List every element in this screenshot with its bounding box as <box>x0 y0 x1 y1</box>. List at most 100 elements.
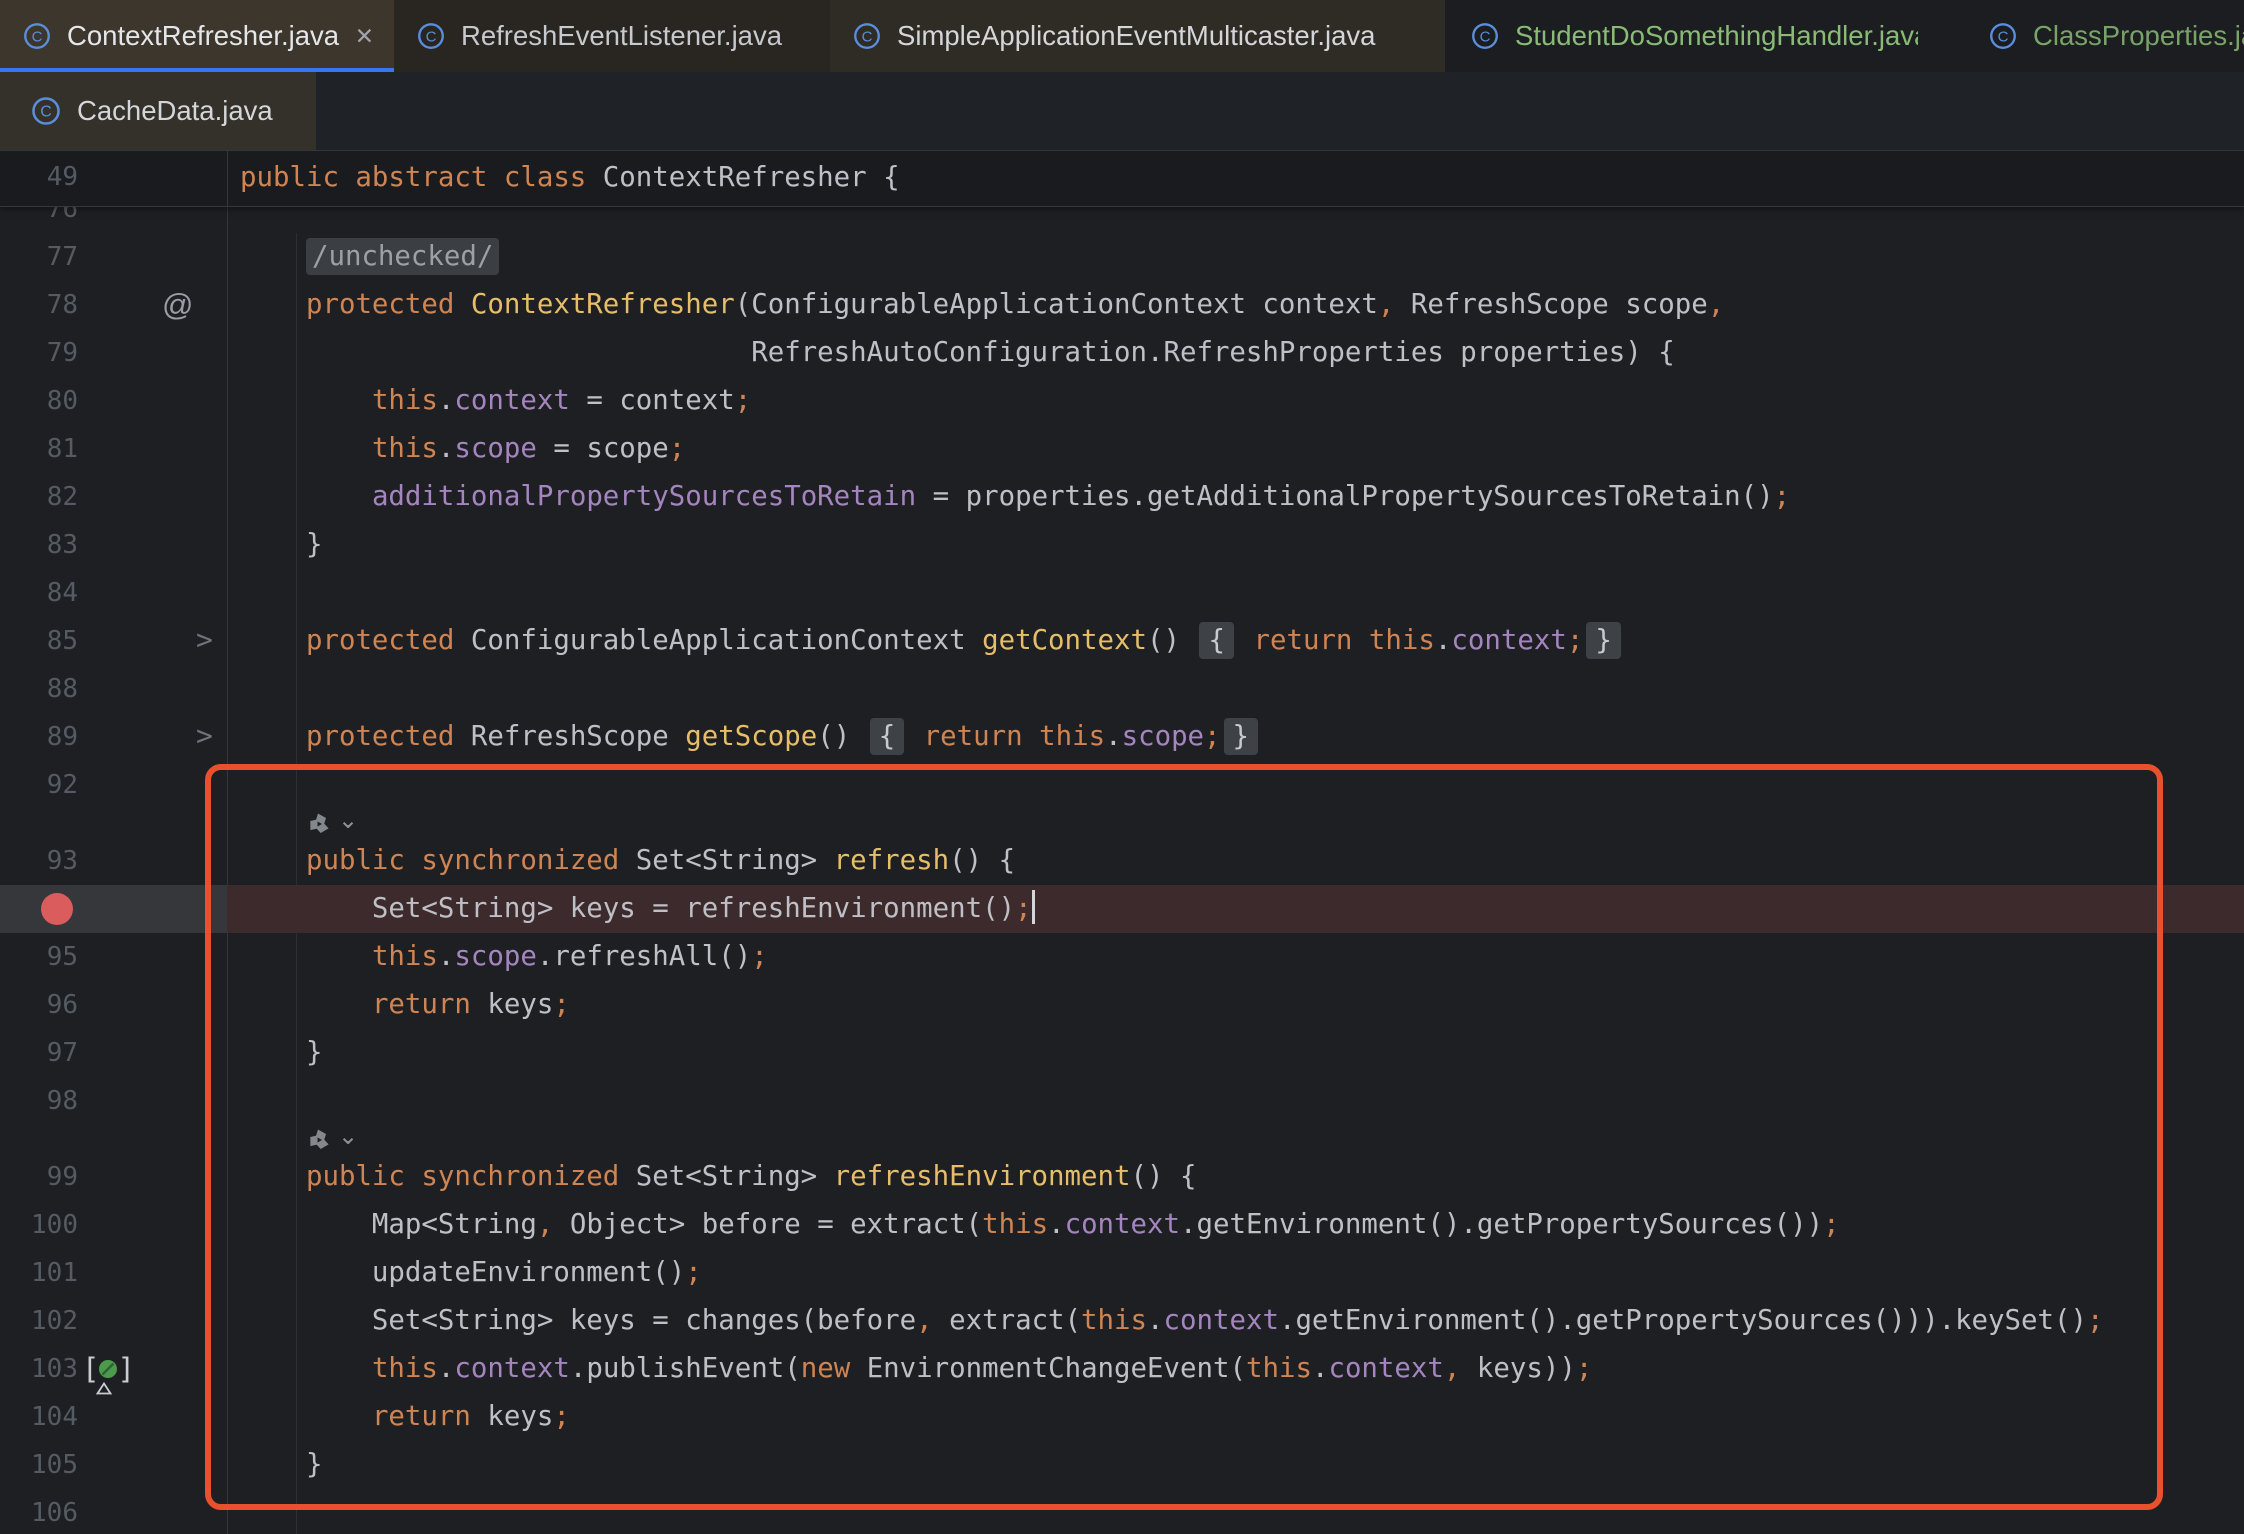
fold-arrow-icon[interactable]: > <box>196 713 213 761</box>
code-token <box>240 289 306 320</box>
line-number: 100 <box>0 1201 78 1249</box>
code-text[interactable] <box>227 1489 2244 1534</box>
code-text[interactable] <box>227 206 2244 233</box>
breakpoint-icon[interactable] <box>41 893 73 925</box>
tab-contextrefresher-java[interactable]: C ContextRefresher.java ✕ <box>0 0 394 72</box>
code-token: EnvironmentChangeEvent( <box>850 1353 1246 1384</box>
code-token <box>240 433 372 464</box>
line-number: 102 <box>0 1297 78 1345</box>
code-text[interactable] <box>227 1077 2244 1125</box>
tab-classproperties-java[interactable]: C ClassProperties.java <box>1972 0 2244 72</box>
code-text[interactable]: RefreshAutoConfiguration.RefreshProperti… <box>227 329 2244 377</box>
code-token: .getEnvironment().getPropertySources()))… <box>1279 1305 2087 1336</box>
code-line: 78 @ protected ContextRefresher(Configura… <box>0 281 2244 329</box>
chevron-down-icon[interactable]: ⌄ <box>338 1122 358 1151</box>
code-token: return <box>372 1401 471 1432</box>
code-text[interactable]: protected ConfigurableApplicationContext… <box>227 617 2244 665</box>
code-token: Set<String> <box>636 845 834 876</box>
code-token: Set<String> keys = changes(before <box>240 1305 916 1336</box>
code-token <box>240 1353 372 1384</box>
code-text[interactable]: Set<String> keys = refreshEnvironment(); <box>227 885 2244 933</box>
code-text[interactable]: this.scope = scope; <box>227 425 2244 473</box>
code-line: 84 <box>0 569 2244 617</box>
ide-window: { "tabs": { "row1": [ {"label": "Context… <box>0 0 2244 1534</box>
tab-label: ClassProperties.java <box>2033 20 2244 52</box>
code-token: this <box>372 385 438 416</box>
code-token: . <box>1048 1209 1065 1240</box>
sticky-class-header: 49 public abstract class ContextRefreshe… <box>0 150 2244 207</box>
tab-label: SimpleApplicationEventMulticaster.java <box>897 20 1375 52</box>
code-text[interactable]: this.scope.refreshAll(); <box>227 933 2244 981</box>
line-number: 83 <box>0 521 78 569</box>
svg-text:C: C <box>40 104 52 121</box>
code-text[interactable]: protected ContextRefresher(ConfigurableA… <box>227 281 2244 329</box>
code-text[interactable]: return keys; <box>227 981 2244 1029</box>
code-token: this <box>372 941 438 972</box>
inlay-hint-row: ⌄ <box>0 809 2244 837</box>
ai-inlay-icon[interactable] <box>306 811 332 837</box>
code-text[interactable]: } <box>227 1441 2244 1489</box>
code-token: RefreshScope scope <box>1394 289 1707 320</box>
java-class-icon: C <box>1988 21 2018 51</box>
code-line: 95 this.scope.refreshAll(); <box>0 933 2244 981</box>
code-text[interactable]: this.context = context; <box>227 377 2244 425</box>
tab-refresheventlistener-java[interactable]: C RefreshEventListener.java <box>394 0 830 72</box>
text-caret <box>1032 890 1035 924</box>
code-token: context <box>454 1353 569 1384</box>
tab-cachedata-java[interactable]: C CacheData.java <box>0 72 316 150</box>
code-text[interactable]: protected RefreshScope getScope() { retu… <box>227 713 2244 761</box>
code-text[interactable]: Set<String> keys = changes(before, extra… <box>227 1297 2244 1345</box>
code-token: } <box>240 1449 322 1480</box>
code-token: () { <box>949 845 1015 876</box>
capture-point-icon[interactable]: [] <box>82 1345 135 1393</box>
editor-tab-bar-row2: C CacheData.java <box>0 72 2244 151</box>
tab-label: CacheData.java <box>77 95 273 127</box>
code-text[interactable] <box>227 665 2244 713</box>
code-text[interactable]: /unchecked/ <box>227 233 2244 281</box>
code-token: return <box>372 989 471 1020</box>
code-token: extract( <box>933 1305 1081 1336</box>
code-editor[interactable]: 7677 /unchecked/78@ protected ContextRef… <box>0 206 2244 1534</box>
code-token: . <box>438 941 455 972</box>
close-icon[interactable]: ✕ <box>355 23 374 50</box>
code-text[interactable]: Map<String, Object> before = extract(thi… <box>227 1201 2244 1249</box>
code-token: return <box>907 721 1039 752</box>
code-token <box>240 1161 306 1192</box>
ai-inlay-icon[interactable] <box>306 1127 332 1153</box>
sticky-line: 49 public abstract class ContextRefreshe… <box>0 150 2244 205</box>
chevron-down-icon[interactable]: ⌄ <box>338 806 358 835</box>
code-token <box>240 721 306 752</box>
code-token: public synchronized <box>306 845 636 876</box>
code-token <box>240 625 306 656</box>
line-number: 105 <box>0 1441 78 1489</box>
code-token: ContextRefresher <box>471 289 735 320</box>
code-text[interactable] <box>227 761 2244 809</box>
code-token: } <box>1586 622 1621 659</box>
code-text[interactable] <box>227 569 2244 617</box>
code-line: 83 } <box>0 521 2244 569</box>
fold-arrow-icon[interactable]: > <box>196 617 213 665</box>
code-token <box>240 941 372 972</box>
code-text[interactable]: public synchronized Set<String> refresh(… <box>227 837 2244 885</box>
code-line: 103[] this.context.publishEvent(new Envi… <box>0 1345 2244 1393</box>
code-text[interactable]: updateEnvironment(); <box>227 1249 2244 1297</box>
code-text[interactable]: } <box>227 1029 2244 1077</box>
annotation-at-icon[interactable]: @ <box>162 281 193 329</box>
code-text[interactable]: this.context.publishEvent(new Environmen… <box>227 1345 2244 1393</box>
code-token: . <box>1105 721 1122 752</box>
code-token: context <box>1328 1353 1443 1384</box>
line-number: 78 <box>0 281 78 329</box>
line-number: 96 <box>0 981 78 1029</box>
code-line: public abstract class ContextRefresher { <box>227 150 2244 205</box>
code-text[interactable]: public synchronized Set<String> refreshE… <box>227 1153 2244 1201</box>
java-class-icon: C <box>1470 21 1500 51</box>
code-text[interactable]: return keys; <box>227 1393 2244 1441</box>
line-number: 79 <box>0 329 78 377</box>
code-text[interactable]: } <box>227 521 2244 569</box>
tab-studentdosomethinghandler-java[interactable]: C StudentDoSomethingHandler.java <box>1458 0 1918 72</box>
code-text[interactable]: additionalPropertySourcesToRetain = prop… <box>227 473 2244 521</box>
code-token <box>240 1401 372 1432</box>
line-number: 97 <box>0 1029 78 1077</box>
line-number: 81 <box>0 425 78 473</box>
tab-simpleapplicationeventmulticaster-java[interactable]: C SimpleApplicationEventMulticaster.java <box>830 0 1445 72</box>
